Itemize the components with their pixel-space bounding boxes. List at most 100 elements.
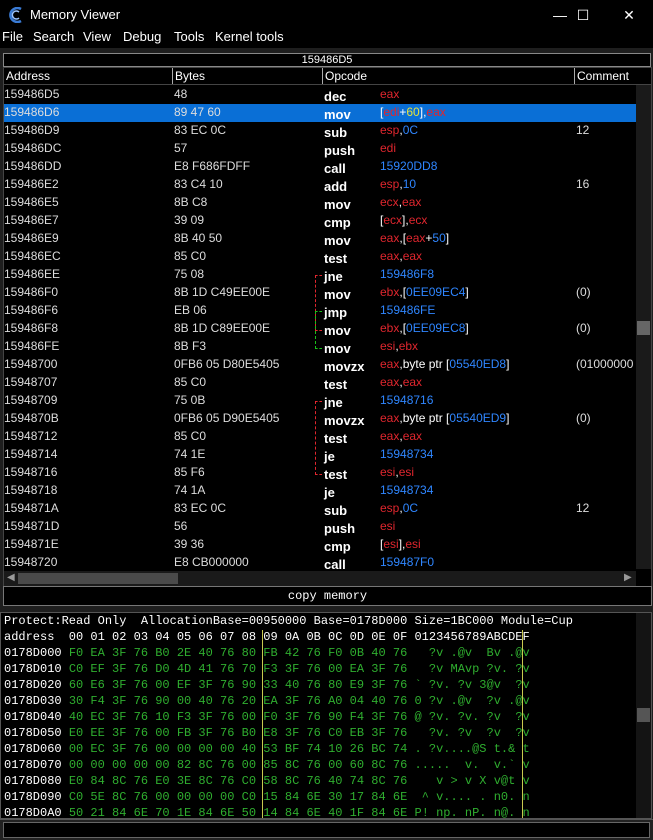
disasm-row[interactable]: 159486DD E8 F686FDFF call 15920DD8 bbox=[4, 158, 636, 176]
operand-token: eax bbox=[380, 411, 400, 425]
disasm-row[interactable]: 1594871E 39 36 cmp [esi],esi bbox=[4, 536, 636, 554]
scrollbar-thumb[interactable] bbox=[18, 573, 178, 584]
row-bytes: 8B 1D C49EE00E bbox=[174, 285, 271, 299]
hex-row[interactable]: 0178D000 F0 EA 3F 76 B0 2E 40 76 80 FB 4… bbox=[4, 646, 530, 660]
row-bytes: 8B F3 bbox=[174, 339, 207, 353]
disassembler-vertical-scrollbar[interactable] bbox=[636, 85, 651, 569]
hex-row-bytes-high: 20 EA 3F 76 A0 04 40 76 bbox=[241, 694, 408, 708]
operand-token: eax bbox=[426, 105, 446, 119]
cheat-engine-icon bbox=[9, 7, 22, 23]
close-button[interactable]: ✕ bbox=[606, 0, 652, 30]
current-address-bar[interactable]: 159486D5 bbox=[3, 53, 651, 67]
row-bytes: 74 1E bbox=[174, 447, 206, 461]
hex-row[interactable]: 0178D060 00 EC 3F 76 00 00 00 00 40 53 B… bbox=[4, 742, 530, 756]
operand-token: edi bbox=[380, 141, 397, 155]
operand-token: 0C bbox=[402, 123, 419, 137]
disasm-row[interactable]: 1594871D 56 push esi bbox=[4, 518, 636, 536]
row-opcode: jne bbox=[324, 395, 343, 410]
disasm-row[interactable]: 159486D6 89 47 60 mov [edi+60],eax bbox=[4, 104, 636, 122]
column-opcode[interactable]: Opcode bbox=[325, 69, 367, 83]
hex-row-address: 0178D090 bbox=[4, 790, 62, 804]
hex-row[interactable]: 0178D030 30 F4 3F 76 90 00 40 76 20 EA 3… bbox=[4, 694, 530, 708]
row-address: 159486D6 bbox=[4, 105, 60, 119]
hex-row[interactable]: 0178D020 60 E6 3F 76 00 EF 3F 76 90 33 4… bbox=[4, 678, 530, 692]
hex-row[interactable]: 0178D070 00 00 00 00 00 82 8C 76 00 85 8… bbox=[4, 758, 530, 772]
hex-row[interactable]: 0178D090 C0 5E 8C 76 00 00 00 00 C0 15 8… bbox=[4, 790, 530, 804]
hex-row[interactable]: 0178D010 C0 EF 3F 76 D0 4D 41 76 70 F3 3… bbox=[4, 662, 530, 676]
hex-header: address 00 01 02 03 04 05 06 07 08 09 0A… bbox=[4, 630, 530, 644]
menu-bar: File Search View Debug Tools Kernel tool… bbox=[0, 29, 653, 48]
column-address[interactable]: Address bbox=[6, 69, 50, 83]
column-separator[interactable] bbox=[172, 68, 173, 84]
hex-row-bytes-high: 70 F3 3F 76 00 EA 3F 76 bbox=[241, 662, 408, 676]
scroll-right-icon[interactable]: ▶ bbox=[624, 572, 632, 583]
disasm-row[interactable]: 159486E5 8B C8 mov ecx,eax bbox=[4, 194, 636, 212]
copy-memory-button[interactable]: copy memory bbox=[3, 586, 652, 606]
row-operands: esi,esi bbox=[380, 465, 414, 479]
column-comment[interactable]: Comment bbox=[577, 69, 629, 83]
menu-tools[interactable]: Tools bbox=[174, 29, 204, 44]
menu-kernel-tools[interactable]: Kernel tools bbox=[215, 29, 284, 44]
hex-row[interactable]: 0178D0A0 50 21 84 6E 70 1E 84 6E 50 14 8… bbox=[4, 806, 530, 819]
row-opcode: jne bbox=[324, 269, 343, 284]
column-bytes[interactable]: Bytes bbox=[175, 69, 205, 83]
menu-view[interactable]: View bbox=[83, 29, 111, 44]
hex-row-address: 0178D070 bbox=[4, 758, 62, 772]
row-bytes: 8B C8 bbox=[174, 195, 208, 209]
row-opcode: je bbox=[324, 485, 335, 500]
disasm-row[interactable]: 159486E2 83 C4 10 add esp,10 16 bbox=[4, 176, 636, 194]
disasm-row[interactable]: 159486D9 83 EC 0C sub esp,0C 12 bbox=[4, 122, 636, 140]
column-separator[interactable] bbox=[574, 68, 575, 84]
row-opcode: add bbox=[324, 179, 348, 194]
hex-row[interactable]: 0178D040 40 EC 3F 76 10 F3 3F 76 00 F0 3… bbox=[4, 710, 530, 724]
row-address: 159486EE bbox=[4, 267, 61, 281]
hex-row[interactable]: 0178D050 E0 EE 3F 76 00 FB 3F 76 B0 E8 3… bbox=[4, 726, 530, 740]
scrollbar-thumb[interactable] bbox=[637, 708, 650, 722]
disasm-row[interactable]: 15948718 74 1A je 15948734 bbox=[4, 482, 636, 500]
disasm-row[interactable]: 15948707 85 C0 test eax,eax bbox=[4, 374, 636, 392]
row-operands: 159487F0 bbox=[380, 555, 434, 569]
disasm-row[interactable]: 159486E9 8B 40 50 mov eax,[eax+50] bbox=[4, 230, 636, 248]
disasm-row[interactable]: 1594871A 83 EC 0C sub esp,0C 12 bbox=[4, 500, 636, 518]
row-bytes: 48 bbox=[174, 87, 188, 101]
row-opcode: movzx bbox=[324, 413, 365, 428]
row-opcode: movzx bbox=[324, 359, 365, 374]
scroll-left-icon[interactable]: ◀ bbox=[7, 572, 15, 583]
disasm-row[interactable]: 159486EC 85 C0 test eax,eax bbox=[4, 248, 636, 266]
row-opcode: mov bbox=[324, 197, 351, 212]
row-address: 159486EC bbox=[4, 249, 61, 263]
hex-row-ascii: P! np. nP. n@. n bbox=[414, 806, 530, 819]
hex-view[interactable]: Protect:Read Only AllocationBase=0095000… bbox=[0, 612, 652, 819]
row-bytes: 85 C0 bbox=[174, 375, 207, 389]
hex-vertical-scrollbar[interactable] bbox=[636, 613, 651, 818]
disasm-row[interactable]: 159486D5 48 dec eax bbox=[4, 86, 636, 104]
disasm-row[interactable]: 159486DC 57 push edi bbox=[4, 140, 636, 158]
operand-token: eax bbox=[402, 249, 423, 263]
row-bytes: 0FB6 05 D80E5405 bbox=[174, 357, 280, 371]
column-separator[interactable] bbox=[322, 68, 323, 84]
disassembler-view[interactable]: Address Bytes Opcode Comment 159486D5 48 d… bbox=[3, 67, 652, 587]
operand-token: ebx bbox=[380, 285, 400, 299]
row-comment: 16 bbox=[576, 177, 590, 191]
menu-debug[interactable]: Debug bbox=[123, 29, 161, 44]
operand-token: eax bbox=[406, 231, 426, 245]
row-comment: 12 bbox=[576, 123, 590, 137]
disassembler-horizontal-scrollbar[interactable]: ◀ ▶ bbox=[4, 571, 636, 586]
row-bytes: 83 EC 0C bbox=[174, 501, 227, 515]
maximize-button[interactable]: ☐ bbox=[560, 0, 606, 30]
row-comment: (0) bbox=[576, 321, 591, 335]
disasm-row[interactable]: 15948700 0FB6 05 D80E5405 movzx eax,byte pt… bbox=[4, 356, 636, 374]
row-address: 1594871E bbox=[4, 537, 59, 551]
menu-file[interactable]: File bbox=[2, 29, 23, 44]
hex-row[interactable]: 0178D080 E0 84 8C 76 E0 3E 8C 76 C0 58 8… bbox=[4, 774, 530, 788]
row-comment: 12 bbox=[576, 501, 590, 515]
row-address: 159486DC bbox=[4, 141, 62, 155]
operand-token: eax bbox=[380, 87, 400, 101]
row-opcode: test bbox=[324, 377, 348, 392]
scrollbar-thumb[interactable] bbox=[637, 321, 650, 335]
disasm-row[interactable]: 159486E7 39 09 cmp [ecx],ecx bbox=[4, 212, 636, 230]
menu-search[interactable]: Search bbox=[33, 29, 74, 44]
hex-row-bytes-low: C0 5E 8C 76 00 00 00 00 bbox=[68, 790, 235, 804]
row-operands: 15948734 bbox=[380, 483, 433, 497]
disasm-row[interactable]: 15948720 E8 CB000000 call 159487F0 bbox=[4, 554, 636, 572]
